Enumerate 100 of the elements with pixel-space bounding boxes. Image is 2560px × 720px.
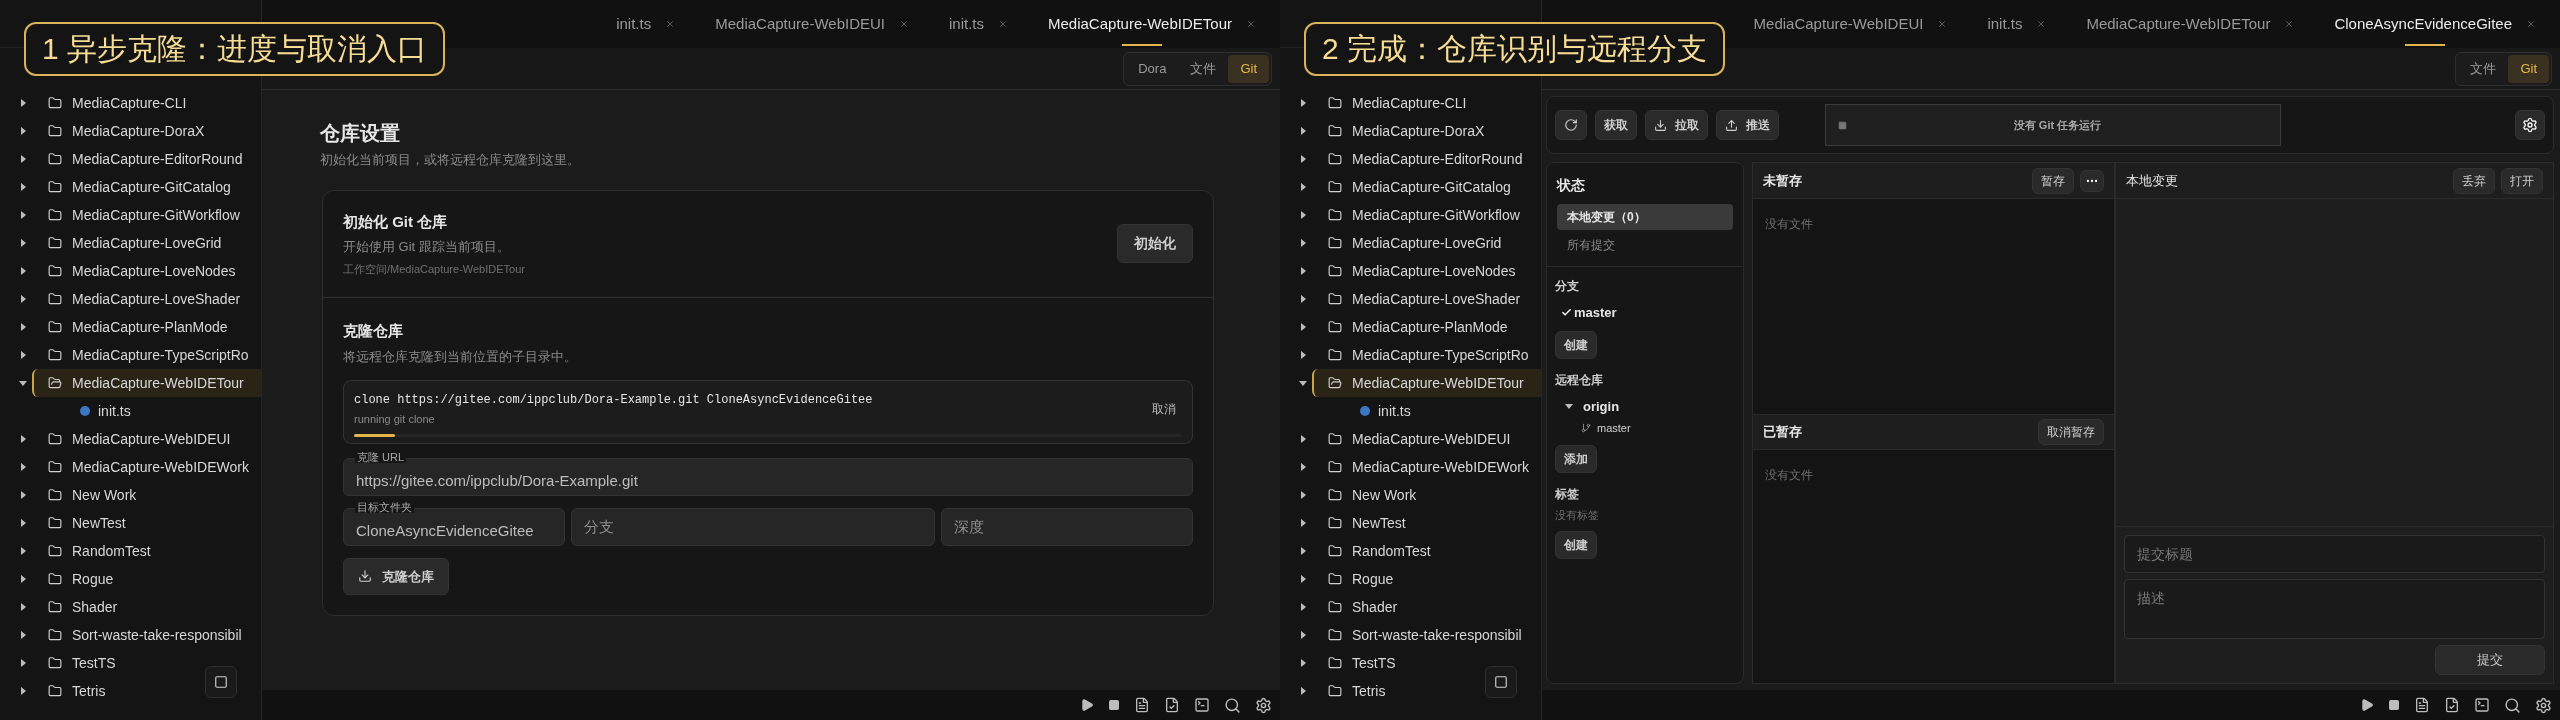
commit-title-field[interactable]: 提交标题 — [2124, 535, 2545, 573]
tree-item[interactable]: MediaCapture-LoveNodes — [1312, 257, 1541, 285]
tree-item[interactable]: MediaCapture-WebIDEUI — [32, 425, 261, 453]
tree-item[interactable]: MediaCapture-EditorRound — [32, 145, 261, 173]
more-button[interactable] — [2080, 169, 2104, 192]
remote-item[interactable]: origin — [1555, 396, 1735, 416]
tree-item[interactable]: NewTest — [32, 509, 261, 537]
tree-item[interactable]: MediaCapture-LoveGrid — [1312, 229, 1541, 257]
tree-item[interactable]: TestTS — [1312, 649, 1541, 677]
search-icon[interactable] — [1224, 696, 1241, 714]
toolbar-button[interactable]: 推送 — [1716, 110, 1779, 140]
editor-tab[interactable]: MediaCapture-WebIDETour — [1028, 0, 1276, 48]
view-switch-option[interactable]: Git — [1228, 54, 1269, 83]
toolbar-button[interactable]: 拉取 — [1645, 110, 1708, 140]
tree-item[interactable]: MediaCapture-GitWorkflow — [1312, 201, 1541, 229]
folder-name: MediaCapture-GitCatalog — [1352, 177, 1511, 197]
editor-tab[interactable]: init.ts — [596, 0, 696, 48]
branch-item[interactable]: master — [1555, 303, 1735, 323]
view-switch-option[interactable]: Git — [2508, 54, 2549, 83]
tree-item[interactable]: MediaCapture-WebIDEUI — [1312, 425, 1541, 453]
settings-icon[interactable] — [1255, 696, 1272, 714]
tree-item[interactable]: New Work — [1312, 481, 1541, 509]
tree-item[interactable]: Shader — [1312, 593, 1541, 621]
tree-item[interactable]: MediaCapture-CLI — [32, 89, 261, 117]
unstage-button[interactable]: 取消暂存 — [2038, 419, 2104, 445]
terminal-icon[interactable] — [1194, 697, 1210, 713]
tree-item[interactable]: MediaCapture-DoraX — [1312, 117, 1541, 145]
editor-tab[interactable]: init.ts — [929, 0, 1028, 48]
tree-item[interactable]: TestTS — [32, 649, 261, 677]
tree-item[interactable]: New Work — [32, 481, 261, 509]
cancel-button[interactable]: 取消 — [1146, 400, 1182, 419]
tree-item[interactable]: MediaCapture-GitCatalog — [32, 173, 261, 201]
view-option[interactable]: 所有提交 — [1557, 232, 1733, 258]
tree-item[interactable]: init.ts — [1280, 397, 1541, 425]
changes-action-button[interactable]: 丢弃 — [2453, 167, 2495, 194]
tree-item[interactable]: MediaCapture-PlanMode — [32, 313, 261, 341]
tree-item[interactable]: init.ts — [0, 397, 261, 425]
panel-toggle-button[interactable] — [205, 666, 237, 698]
view-switch-option[interactable]: Dora — [1126, 54, 1179, 83]
view-switch-option[interactable]: 文件 — [1178, 54, 1229, 83]
settings-icon[interactable] — [2535, 696, 2552, 714]
tree-item[interactable]: MediaCapture-TypeScriptRo — [1312, 341, 1541, 369]
tree-item[interactable]: Rogue — [32, 565, 261, 593]
add-remote-button[interactable]: 添加 — [1555, 444, 1597, 473]
run-icon[interactable] — [2360, 698, 2374, 712]
tree-item[interactable]: MediaCapture-PlanMode — [1312, 313, 1541, 341]
tree-item[interactable]: Sort-waste-take-responsibil — [1312, 621, 1541, 649]
tree-item[interactable]: MediaCapture-TypeScriptRo — [32, 341, 261, 369]
caret-right-icon — [1299, 659, 1307, 667]
description-field[interactable]: 描述 — [2124, 579, 2545, 639]
stage-button[interactable]: 暂存 — [2032, 167, 2074, 194]
tree-item[interactable]: MediaCapture-DoraX — [32, 117, 261, 145]
tree-item[interactable]: Shader — [32, 593, 261, 621]
create-branch-button[interactable]: 创建 — [1555, 330, 1597, 359]
stop-icon[interactable] — [2388, 699, 2400, 711]
tree-item[interactable]: RandomTest — [1312, 537, 1541, 565]
file-check-icon[interactable] — [2444, 697, 2460, 713]
tree-item[interactable]: RandomTest — [32, 537, 261, 565]
caret-down-icon — [1565, 402, 1573, 411]
tree-item[interactable]: Rogue — [1312, 565, 1541, 593]
editor-tab[interactable]: MediaCapture-WebIDEUI — [695, 0, 929, 48]
tree-item[interactable]: MediaCapture-WebIDEWork — [32, 453, 261, 481]
file-check-icon[interactable] — [1164, 697, 1180, 713]
changes-action-button[interactable]: 打开 — [2501, 167, 2543, 194]
view-switch-option[interactable]: 文件 — [2458, 54, 2509, 83]
toolbar-button[interactable]: 获取 — [1595, 110, 1637, 140]
tree-item[interactable]: MediaCapture-LoveShader — [32, 285, 261, 313]
tree-item[interactable]: MediaCapture-GitCatalog — [1312, 173, 1541, 201]
tree-item[interactable]: MediaCapture-LoveNodes — [32, 257, 261, 285]
settings-button[interactable] — [2515, 110, 2545, 140]
branch-field[interactable]: 分支 — [571, 507, 935, 546]
tree-item[interactable]: MediaCapture-WebIDEWork — [1312, 453, 1541, 481]
editor-tab[interactable]: init.ts — [1967, 0, 2067, 48]
init-button[interactable]: 初始化 — [1117, 224, 1193, 264]
panel-toggle-button[interactable] — [1485, 666, 1517, 698]
tree-item[interactable]: Sort-waste-take-responsibil — [32, 621, 261, 649]
tree-item[interactable]: Tetris — [1312, 677, 1541, 705]
terminal-icon[interactable] — [2474, 697, 2490, 713]
tree-item[interactable]: MediaCapture-CLI — [1312, 89, 1541, 117]
tree-item[interactable]: MediaCapture-GitWorkflow — [32, 201, 261, 229]
depth-field[interactable]: 深度 — [941, 507, 1193, 546]
tree-item[interactable]: Tetris — [32, 677, 261, 705]
caret-right-icon — [1299, 687, 1307, 695]
tree-item[interactable]: MediaCapture-EditorRound — [1312, 145, 1541, 173]
view-option[interactable]: 本地变更（0） — [1557, 204, 1733, 230]
create-tag-button[interactable]: 创建 — [1555, 531, 1597, 559]
search-icon[interactable] — [2504, 696, 2521, 714]
editor-tab[interactable]: MediaCapture-WebIDEUI — [1733, 0, 1968, 48]
stop-icon[interactable] — [1108, 699, 1120, 711]
clone-button[interactable]: 克隆仓库 — [343, 557, 449, 595]
editor-tab[interactable]: CloneAsyncEvidenceGitee — [2314, 0, 2556, 48]
refresh-button[interactable] — [1555, 110, 1587, 140]
editor-tab[interactable]: MediaCapture-WebIDETour — [2066, 0, 2315, 48]
run-icon[interactable] — [1080, 698, 1094, 712]
tree-item[interactable]: MediaCapture-LoveShader — [1312, 285, 1541, 313]
folder-name: MediaCapture-TypeScriptRo — [1352, 345, 1529, 365]
tree-item[interactable]: NewTest — [1312, 509, 1541, 537]
commit-button[interactable]: 提交 — [2435, 645, 2545, 675]
tree-item[interactable]: MediaCapture-LoveGrid — [32, 229, 261, 257]
remote-branch[interactable]: master — [1555, 420, 1735, 437]
